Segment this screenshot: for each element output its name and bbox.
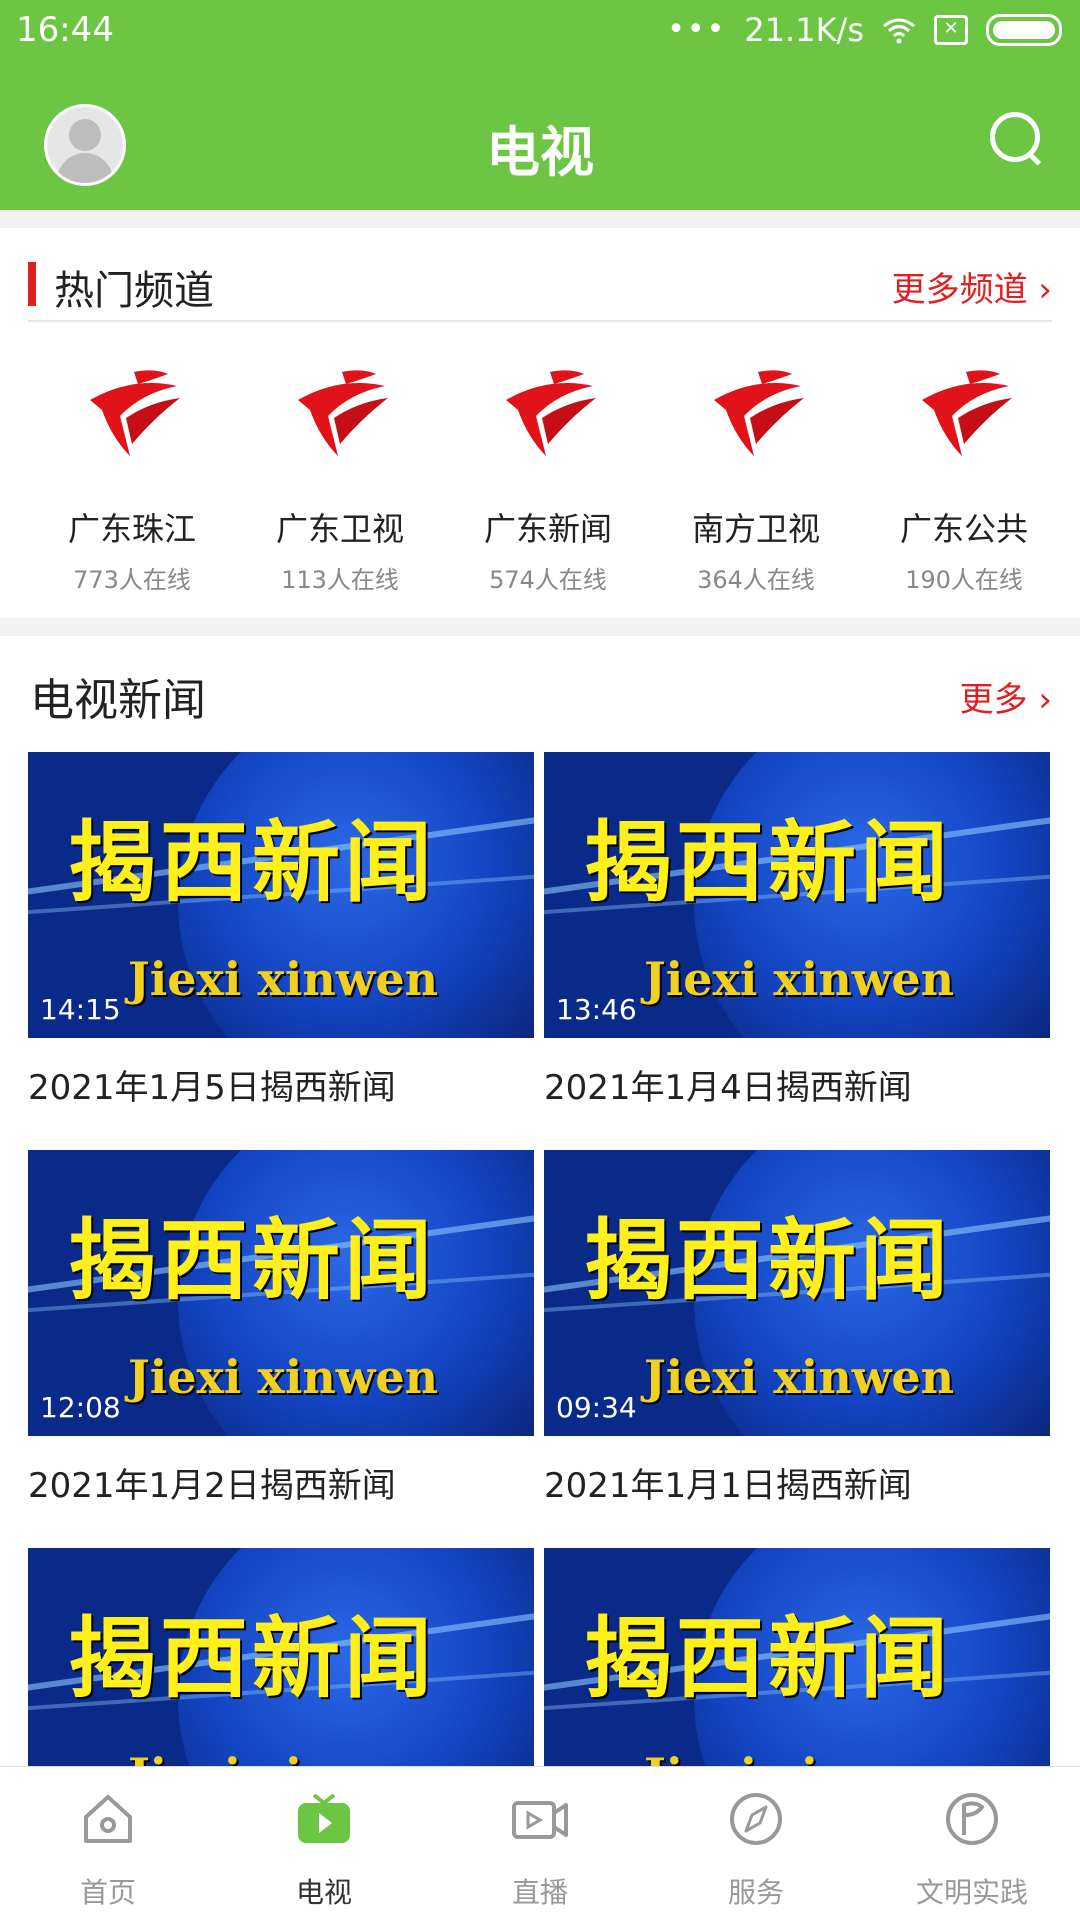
status-bar: 16:44 ••• 21.1K/s ✕ (0, 0, 1080, 60)
wifi-icon (883, 18, 915, 44)
battery-icon (986, 14, 1062, 46)
tab-home-label: 首页 (79, 1876, 136, 1909)
top-bar: 16:44 ••• 21.1K/s ✕ 电视 (0, 0, 1080, 210)
tv-icon (298, 1793, 350, 1843)
channel-online: 773人在线 (73, 566, 191, 594)
tv-news-more-link[interactable]: 更多 › (960, 672, 1052, 721)
tab-civilization[interactable]: 文明实践 (864, 1767, 1080, 1921)
hot-channels-section: 热门频道 更多频道 › 广东珠江 773人在线 广东卫视 113人在线 广东新闻… (0, 228, 1080, 618)
tab-home[interactable]: 首页 (0, 1767, 216, 1921)
search-icon[interactable] (990, 112, 1042, 166)
tv-news-section: 电视新闻 更多 › 揭西新闻 Jiexi xinwen 14:15 2021年1… (0, 636, 1080, 1834)
status-right: ••• 21.1K/s ✕ (667, 0, 1062, 60)
hot-channels-header: 热门频道 更多频道 › (28, 250, 1052, 322)
news-item[interactable]: 揭西新闻 Jiexi xinwen 14:15 2021年1月5日揭西新闻 (28, 752, 534, 1109)
tab-tv[interactable]: 电视 (216, 1767, 432, 1921)
news-thumbnail[interactable]: 揭西新闻 Jiexi xinwen 12:08 (28, 1150, 534, 1436)
channel-item[interactable]: 南方卫视 364人在线 (656, 358, 856, 595)
section-accent-bar (28, 262, 36, 306)
news-thumbnail[interactable]: 揭西新闻 Jiexi xinwen 13:46 (544, 752, 1050, 1038)
video-duration: 13:46 (556, 993, 637, 1026)
news-item[interactable]: 揭西新闻 Jiexi xinwen 13:46 2021年1月4日揭西新闻 (544, 752, 1050, 1109)
tab-service[interactable]: 服务 (648, 1767, 864, 1921)
thumb-title-en: Jiexi xinwen (128, 952, 439, 1006)
status-dots: ••• (667, 12, 727, 47)
bottom-tab-bar: 首页 电视 直播 服务 文明实践 (0, 1766, 1080, 1921)
tv-news-title: 电视新闻 (30, 675, 206, 726)
channel-logo-icon (922, 370, 1012, 456)
channel-list: 广东珠江 773人在线 广东卫视 113人在线 广东新闻 574人在线 南方卫视… (0, 358, 1080, 598)
news-caption[interactable]: 2021年1月1日揭西新闻 (544, 1458, 1050, 1507)
news-thumbnail[interactable]: 揭西新闻 Jiexi xinwen 09:34 (544, 1150, 1050, 1436)
tab-live[interactable]: 直播 (432, 1767, 648, 1921)
thumb-title-cn: 揭西新闻 (68, 1607, 437, 1710)
channel-online: 364人在线 (697, 566, 815, 594)
live-camera-icon (512, 1801, 568, 1839)
news-caption[interactable]: 2021年1月5日揭西新闻 (28, 1060, 534, 1109)
channel-name: 南方卫视 (691, 510, 820, 548)
channel-logo-icon (298, 370, 388, 456)
channel-online: 113人在线 (281, 566, 399, 594)
network-speed: 21.1K/s (744, 11, 864, 49)
channel-online: 574人在线 (489, 566, 607, 594)
channel-logo-icon (506, 370, 596, 456)
sim-x-icon: ✕ (934, 15, 968, 45)
channel-online: 190人在线 (905, 566, 1023, 594)
channel-logo-icon (714, 370, 804, 456)
channel-item[interactable]: 广东珠江 773人在线 (32, 358, 232, 595)
news-item[interactable]: 揭西新闻 Jiexi xinwen 09:34 2021年1月1日揭西新闻 (544, 1150, 1050, 1507)
thumb-title-cn: 揭西新闻 (584, 811, 953, 914)
page-title: 电视 (486, 121, 594, 184)
channel-name: 广东新闻 (483, 510, 612, 548)
status-time: 16:44 (16, 10, 114, 50)
channel-item[interactable]: 广东新闻 574人在线 (448, 358, 648, 595)
video-duration: 12:08 (40, 1391, 121, 1424)
news-item[interactable]: 揭西新闻 Jiexi xinwen 12:08 2021年1月2日揭西新闻 (28, 1150, 534, 1507)
tab-tv-label: 电视 (295, 1876, 352, 1909)
channel-name: 广东珠江 (67, 510, 196, 548)
news-caption[interactable]: 2021年1月2日揭西新闻 (28, 1458, 534, 1507)
thumb-title-cn: 揭西新闻 (584, 1607, 953, 1710)
channel-item[interactable]: 广东公共 190人在线 (864, 358, 1064, 595)
news-thumbnail[interactable]: 揭西新闻 Jiexi xinwen 14:15 (28, 752, 534, 1038)
hot-channels-title: 热门频道 (54, 268, 214, 314)
thumb-title-en: Jiexi xinwen (644, 952, 955, 1006)
tab-live-label: 直播 (511, 1876, 568, 1909)
flag-circle-icon (946, 1793, 998, 1845)
tab-civilization-label: 文明实践 (915, 1876, 1028, 1909)
thumb-title-cn: 揭西新闻 (68, 811, 437, 914)
video-duration: 14:15 (40, 993, 121, 1026)
news-caption[interactable]: 2021年1月4日揭西新闻 (544, 1060, 1050, 1109)
channel-name: 广东卫视 (275, 510, 404, 548)
thumb-title-cn: 揭西新闻 (584, 1209, 953, 1312)
home-icon (84, 1795, 132, 1843)
channel-name: 广东公共 (899, 510, 1028, 548)
app-header: 电视 (0, 60, 1080, 210)
thumb-title-en: Jiexi xinwen (128, 1350, 439, 1404)
thumb-title-cn: 揭西新闻 (68, 1209, 437, 1312)
more-channels-link[interactable]: 更多频道 › (892, 262, 1052, 311)
tab-service-label: 服务 (727, 1876, 784, 1909)
channel-item[interactable]: 广东卫视 113人在线 (240, 358, 440, 595)
video-duration: 09:34 (556, 1391, 637, 1424)
thumb-title-en: Jiexi xinwen (644, 1350, 955, 1404)
compass-icon (730, 1793, 782, 1845)
channel-logo-icon (90, 370, 180, 456)
